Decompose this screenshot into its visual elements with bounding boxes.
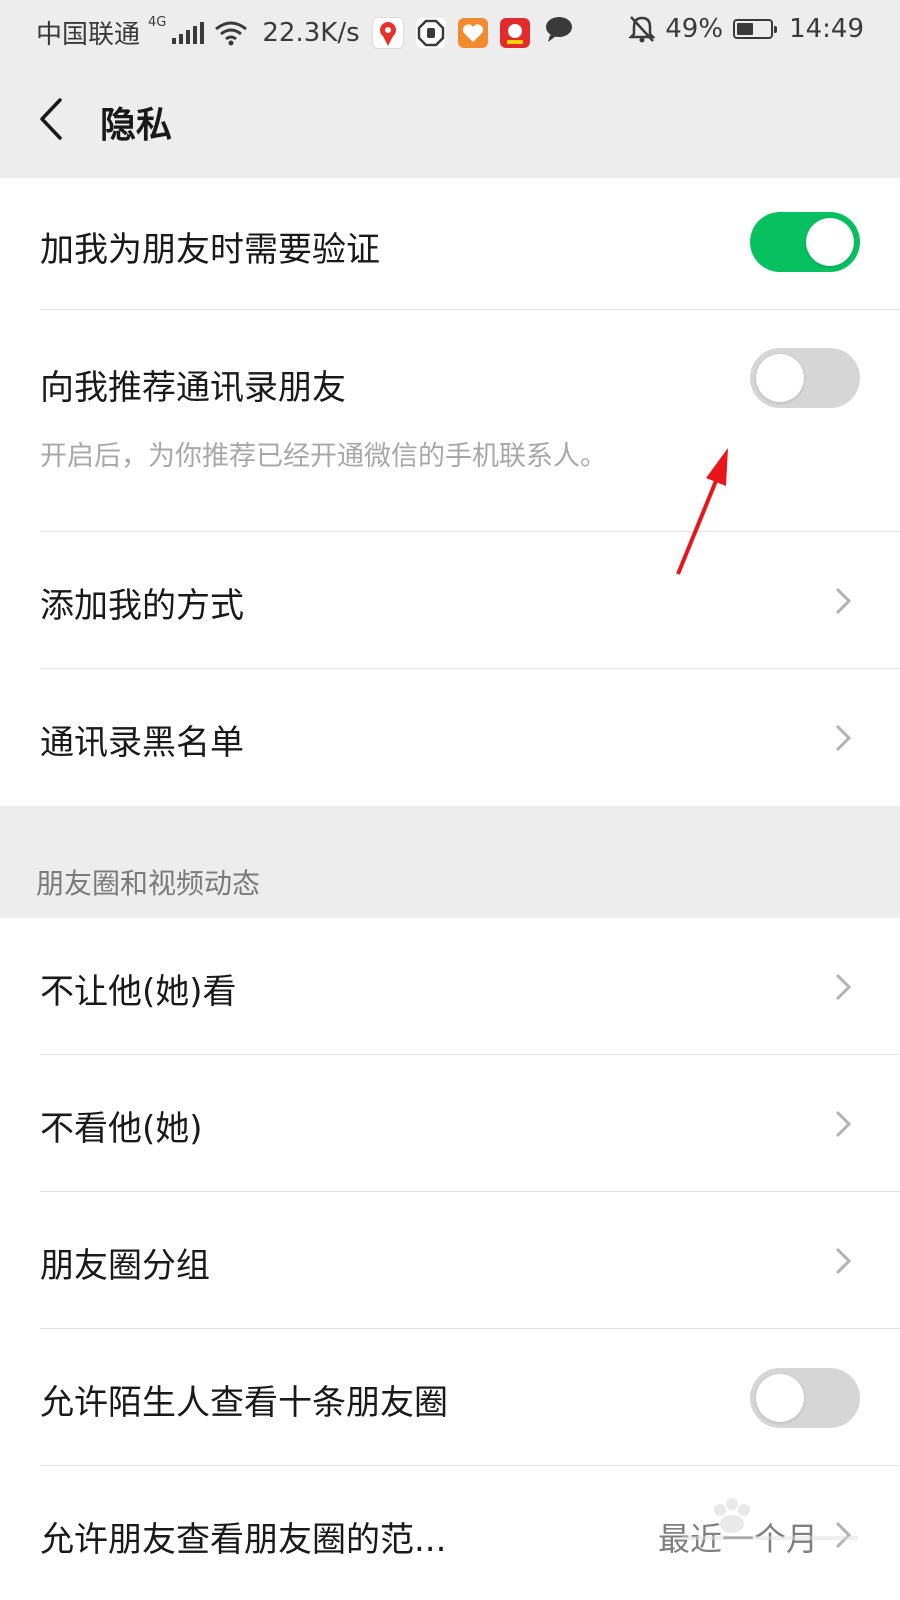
- maps-app-icon: [371, 16, 404, 49]
- health-app-icon: [457, 17, 488, 48]
- setting-label: 向我推荐通讯录朋友: [40, 368, 346, 408]
- chevron-right-icon: [835, 587, 852, 615]
- setting-label: 允许朋友查看朋友圈的范...: [40, 1520, 447, 1560]
- carrier-label: 中国联通: [36, 20, 141, 50]
- verify-friend-toggle[interactable]: [750, 212, 860, 272]
- clock: 14:49: [789, 14, 864, 44]
- status-bar: 中国联通 4G 22.3K/s 49% 14:49: [0, 0, 900, 62]
- setting-row-moments-groups[interactable]: 朋友圈分组: [0, 1192, 900, 1329]
- chevron-right-icon: [835, 1247, 852, 1275]
- setting-row-hide-their[interactable]: 不看他(她): [0, 1055, 900, 1192]
- wifi-icon: [215, 21, 248, 45]
- setting-label: 朋友圈分组: [40, 1246, 210, 1286]
- section-title-moments: 朋友圈和视频动态: [36, 867, 261, 900]
- network-speed: 22.3K/s: [262, 17, 360, 48]
- game-app-icon: [499, 17, 530, 48]
- stranger-ten-posts-toggle[interactable]: [750, 1368, 860, 1428]
- setting-row-add-methods[interactable]: 添加我的方式: [0, 532, 900, 669]
- privacy-section-contacts: 加我为朋友时需要验证 向我推荐通讯录朋友 开启后，为你推荐已经开通微信的手机联系…: [0, 178, 900, 806]
- setting-row-blacklist[interactable]: 通讯录黑名单: [0, 669, 900, 806]
- page-title: 隐私: [100, 105, 173, 146]
- setting-row-hide-from[interactable]: 不让他(她)看: [0, 918, 900, 1055]
- setting-row-recommend-contacts[interactable]: 向我推荐通讯录朋友 开启后，为你推荐已经开通微信的手机联系人。: [0, 310, 900, 532]
- toggle-knob: [756, 1374, 804, 1422]
- setting-label: 允许陌生人查看十条朋友圈: [40, 1383, 448, 1423]
- network-type: 4G: [148, 15, 167, 30]
- setting-label: 不让他(她)看: [40, 972, 237, 1012]
- baidu-jingyan-watermark: [682, 1498, 858, 1540]
- chevron-right-icon: [835, 973, 852, 1001]
- setting-description: 开启后，为你推荐已经开通微信的手机联系人。: [40, 441, 607, 472]
- toggle-knob: [756, 354, 804, 402]
- setting-label: 通讯录黑名单: [40, 723, 244, 763]
- setting-label: 添加我的方式: [40, 586, 244, 626]
- signal-icon: [172, 21, 205, 44]
- setting-row-stranger-ten-posts[interactable]: 允许陌生人查看十条朋友圈: [0, 1329, 900, 1466]
- mute-bell-icon: [629, 16, 656, 43]
- battery-icon: [733, 19, 778, 39]
- nav-header: 隐私: [0, 62, 900, 178]
- stop-app-icon: [415, 17, 446, 48]
- chat-app-icon: [544, 15, 574, 50]
- chevron-right-icon: [835, 1110, 852, 1138]
- recommend-contacts-toggle[interactable]: [750, 348, 860, 408]
- setting-label: 加我为朋友时需要验证: [40, 230, 380, 270]
- battery-percent: 49%: [665, 14, 724, 44]
- chevron-left-icon[interactable]: [36, 96, 66, 142]
- setting-label: 不看他(她): [40, 1109, 203, 1149]
- chevron-right-icon: [835, 724, 852, 752]
- setting-row-verify-friend[interactable]: 加我为朋友时需要验证: [0, 178, 900, 310]
- toggle-knob: [806, 218, 854, 266]
